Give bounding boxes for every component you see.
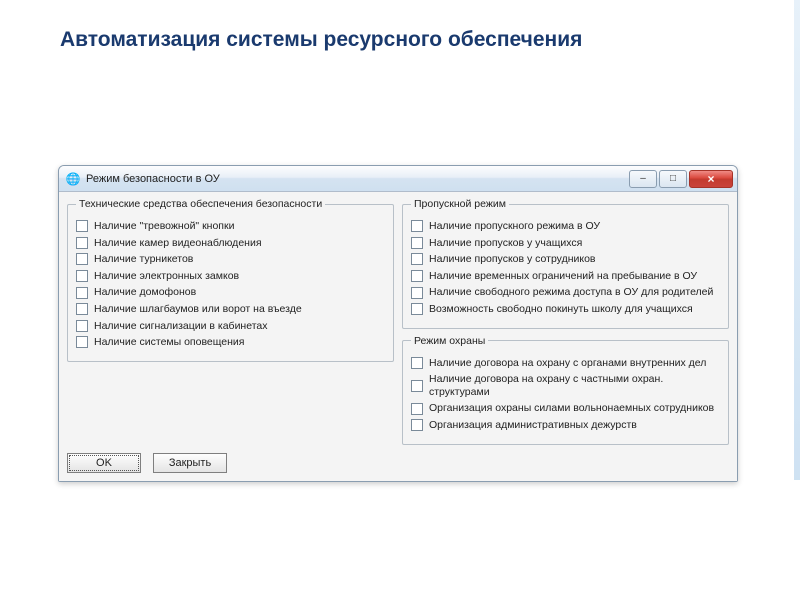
checkbox[interactable] (411, 357, 423, 369)
group-legend: Технические средства обеспечения безопас… (76, 198, 325, 210)
checkbox-row[interactable]: Наличие системы оповещения (76, 336, 385, 349)
button-bar: OK Закрыть (67, 453, 729, 473)
checkbox-label: Организация охраны силами вольнонаемных … (429, 402, 714, 415)
checkbox-label: Наличие пропускного режима в ОУ (429, 220, 600, 233)
checkbox-row[interactable]: Возможность свободно покинуть школу для … (411, 303, 720, 316)
checkbox-label: Наличие сигнализации в кабинетах (94, 320, 268, 333)
checkbox-label: Наличие камер видеонаблюдения (94, 237, 262, 250)
checkbox-row[interactable]: Наличие камер видеонаблюдения (76, 237, 385, 250)
checkbox-row[interactable]: Наличие домофонов (76, 286, 385, 299)
window-title: Режим безопасности в ОУ (86, 173, 629, 185)
dialog-window: 🌐 Режим безопасности в ОУ – □ × Техничес… (58, 165, 738, 482)
checkbox-row[interactable]: Организация охраны силами вольнонаемных … (411, 402, 720, 415)
checkbox-label: Наличие свободного режима доступа в ОУ д… (429, 286, 713, 299)
titlebar[interactable]: 🌐 Режим безопасности в ОУ – □ × (59, 166, 737, 192)
close-button[interactable]: × (689, 170, 733, 188)
group-guard-mode: Режим охраны Наличие договора на охрану … (402, 335, 729, 445)
checkbox[interactable] (76, 320, 88, 332)
checkbox[interactable] (76, 303, 88, 315)
checkbox-row[interactable]: Наличие "тревожной" кнопки (76, 220, 385, 233)
checkbox[interactable] (76, 287, 88, 299)
checkbox[interactable] (411, 237, 423, 249)
page-title: Автоматизация системы ресурсного обеспеч… (0, 0, 800, 52)
checkbox-label: Наличие системы оповещения (94, 336, 244, 349)
close-dialog-button[interactable]: Закрыть (153, 453, 227, 473)
window-controls: – □ × (629, 170, 733, 188)
checkbox-row[interactable]: Наличие сигнализации в кабинетах (76, 320, 385, 333)
checkbox[interactable] (76, 253, 88, 265)
checkbox[interactable] (411, 270, 423, 282)
checkbox-label: Наличие временных ограничений на пребыва… (429, 270, 697, 283)
checkbox[interactable] (411, 403, 423, 415)
checkbox-row[interactable]: Наличие пропусков у сотрудников (411, 253, 720, 266)
dialog-body: Технические средства обеспечения безопас… (59, 192, 737, 481)
checkbox-row[interactable]: Наличие шлагбаумов или ворот на въезде (76, 303, 385, 316)
checkbox-label: Наличие турникетов (94, 253, 193, 266)
checkbox[interactable] (411, 380, 423, 392)
checkbox-label: Организация административных дежурств (429, 419, 637, 432)
checkbox-label: Наличие договора на охрану с частными ох… (429, 373, 720, 398)
checkbox-row[interactable]: Наличие договора на охрану с органами вн… (411, 357, 720, 370)
checkbox[interactable] (411, 287, 423, 299)
checkbox-row[interactable]: Наличие пропускного режима в ОУ (411, 220, 720, 233)
group-access-mode: Пропускной режим Наличие пропускного реж… (402, 198, 729, 329)
checkbox[interactable] (76, 270, 88, 282)
checkbox-label: Наличие пропусков у сотрудников (429, 253, 595, 266)
checkbox-row[interactable]: Наличие свободного режима доступа в ОУ д… (411, 286, 720, 299)
checkbox-label: Наличие "тревожной" кнопки (94, 220, 234, 233)
checkbox[interactable] (76, 237, 88, 249)
checkbox-row[interactable]: Наличие турникетов (76, 253, 385, 266)
maximize-button[interactable]: □ (659, 170, 687, 188)
ok-button[interactable]: OK (67, 453, 141, 473)
group-tech-security: Технические средства обеспечения безопас… (67, 198, 394, 362)
checkbox-label: Возможность свободно покинуть школу для … (429, 303, 693, 316)
checkbox[interactable] (411, 419, 423, 431)
decorative-stripe (794, 0, 800, 600)
minimize-button[interactable]: – (629, 170, 657, 188)
app-icon: 🌐 (65, 171, 81, 187)
checkbox[interactable] (76, 336, 88, 348)
checkbox-row[interactable]: Наличие электронных замков (76, 270, 385, 283)
checkbox-row[interactable]: Наличие временных ограничений на пребыва… (411, 270, 720, 283)
group-legend: Режим охраны (411, 335, 488, 347)
checkbox-row[interactable]: Наличие пропусков у учащихся (411, 237, 720, 250)
checkbox[interactable] (411, 253, 423, 265)
group-legend: Пропускной режим (411, 198, 509, 210)
checkbox-label: Наличие пропусков у учащихся (429, 237, 582, 250)
checkbox-label: Наличие шлагбаумов или ворот на въезде (94, 303, 302, 316)
checkbox-row[interactable]: Наличие договора на охрану с частными ох… (411, 373, 720, 398)
checkbox-label: Наличие договора на охрану с органами вн… (429, 357, 706, 370)
checkbox-label: Наличие электронных замков (94, 270, 239, 283)
checkbox-label: Наличие домофонов (94, 286, 196, 299)
checkbox[interactable] (411, 303, 423, 315)
checkbox[interactable] (411, 220, 423, 232)
checkbox[interactable] (76, 220, 88, 232)
checkbox-row[interactable]: Организация административных дежурств (411, 419, 720, 432)
